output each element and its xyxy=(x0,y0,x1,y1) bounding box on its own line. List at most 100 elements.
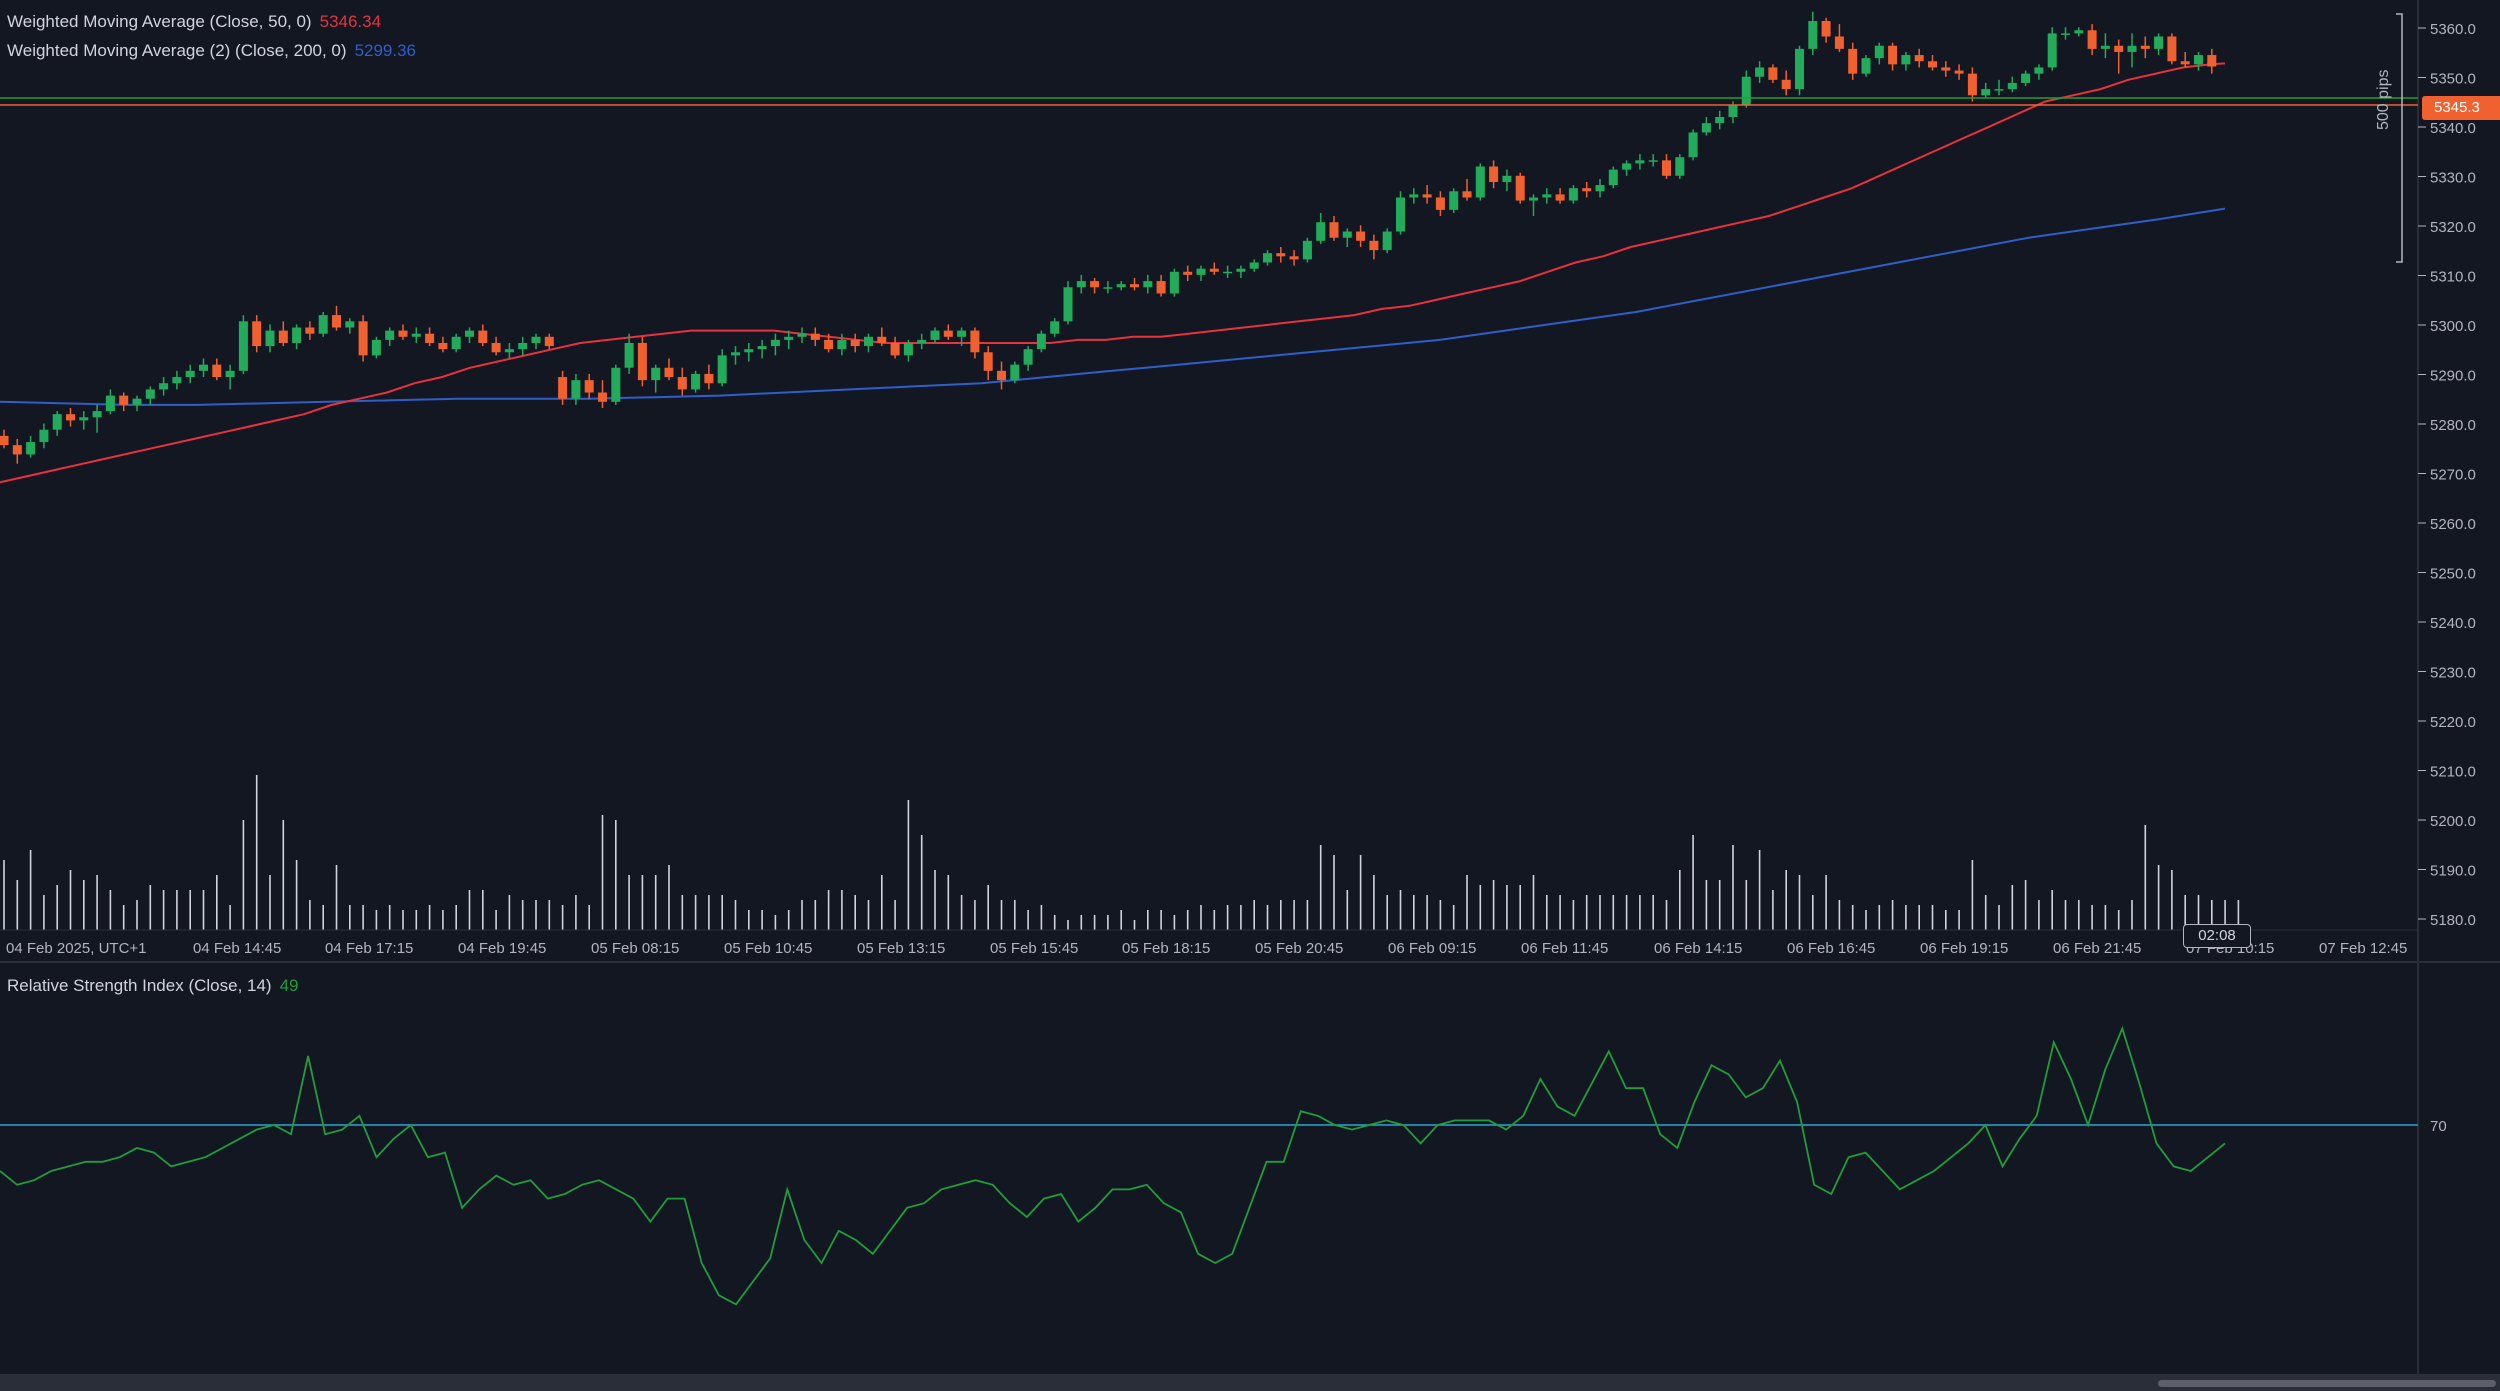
candle xyxy=(465,327,474,343)
legend-wma50-value: 5346.34 xyxy=(319,12,382,31)
candle xyxy=(1635,154,1645,170)
candle xyxy=(1768,64,1778,83)
candle xyxy=(1874,42,1884,65)
candle xyxy=(332,305,341,331)
legend-wma200[interactable]: Weighted Moving Average (2) (Close, 200,… xyxy=(7,41,416,61)
candle xyxy=(997,361,1006,390)
candle xyxy=(172,370,182,390)
candle-body xyxy=(465,330,474,337)
candle-body xyxy=(997,370,1006,381)
candle xyxy=(2180,51,2190,68)
candle-body xyxy=(2034,67,2044,74)
time-tick-label: 06 Feb 09:15 xyxy=(1388,940,1476,957)
horizontal-scrollbar[interactable] xyxy=(0,1374,2500,1391)
candle-body xyxy=(2021,73,2031,83)
candle-body xyxy=(1888,45,1898,65)
scrollbar-thumb[interactable] xyxy=(2158,1380,2496,1387)
candle xyxy=(518,336,528,356)
candle-body xyxy=(1356,231,1366,241)
candle-body xyxy=(1023,349,1033,365)
candle xyxy=(1489,160,1499,189)
candle xyxy=(12,438,22,464)
candle-body xyxy=(571,380,581,399)
candlestick-series[interactable] xyxy=(0,11,2217,464)
candle xyxy=(2061,27,2070,40)
candle xyxy=(1130,277,1139,291)
candle xyxy=(1781,70,1791,96)
candle-body xyxy=(292,327,302,343)
candle-body xyxy=(1635,160,1645,164)
candle xyxy=(1967,67,1977,102)
candle-body xyxy=(970,330,980,353)
candle-body xyxy=(79,417,89,421)
price-tick-label: 5360.0 xyxy=(2430,21,2476,38)
candle xyxy=(677,367,687,396)
candle xyxy=(305,321,315,340)
candle xyxy=(1183,265,1193,282)
time-axis[interactable]: 04 Feb 2025, UTC+1 04 Feb 14:45 04 Feb 17:… xyxy=(0,929,2418,957)
candle xyxy=(1888,42,1898,71)
candle-body xyxy=(2167,36,2177,62)
candle xyxy=(105,389,115,415)
candle-body xyxy=(52,414,62,430)
candle-body xyxy=(398,330,408,337)
candle xyxy=(199,358,208,378)
candle xyxy=(544,333,554,350)
candle-body xyxy=(332,315,341,328)
candle xyxy=(1648,154,1658,167)
candle-body xyxy=(105,395,115,412)
candle-body xyxy=(451,336,461,350)
candle-body xyxy=(757,346,767,350)
legend-wma50[interactable]: Weighted Moving Average (Close, 50, 0) 53… xyxy=(7,12,381,32)
candle-body xyxy=(717,355,727,384)
candle-body xyxy=(2127,45,2137,52)
candle-body xyxy=(624,342,634,368)
candle-body xyxy=(810,333,820,340)
candle xyxy=(2167,33,2177,65)
candle-body xyxy=(943,330,953,337)
legend-rsi[interactable]: Relative Strength Index (Close, 14) 49 xyxy=(7,976,299,996)
candle-body xyxy=(1515,175,1525,201)
candle xyxy=(704,364,714,390)
candle xyxy=(1688,129,1698,161)
candle xyxy=(318,312,328,337)
candle-body xyxy=(1462,191,1472,198)
candle xyxy=(1409,188,1419,204)
chart-canvas[interactable]: 5360.0 5350.0 5340.0 5330.0 5320.0 5310.0 5300… xyxy=(0,0,2500,1391)
time-tick-label: 05 Feb 13:15 xyxy=(857,940,945,957)
candle xyxy=(1050,318,1060,337)
candle-body xyxy=(1781,79,1791,90)
candle-body xyxy=(0,435,9,446)
candle-body xyxy=(691,373,701,390)
candle-body xyxy=(983,352,993,371)
candle-body xyxy=(1582,188,1592,192)
chart-workspace[interactable]: 5360.0 5350.0 5340.0 5330.0 5320.0 5310.0 5300… xyxy=(0,0,2500,1391)
price-tick-label: 5300.0 xyxy=(2430,318,2476,335)
candle xyxy=(1795,45,1804,96)
candle-body xyxy=(1489,166,1499,182)
candle-body xyxy=(385,330,395,340)
time-tick-label: 04 Feb 14:45 xyxy=(193,940,281,957)
candle xyxy=(651,364,661,393)
price-tick-label: 5250.0 xyxy=(2430,566,2476,583)
price-axis[interactable]: 5360.0 5350.0 5340.0 5330.0 5320.0 5310.0 5300… xyxy=(2418,21,2476,929)
candle-body xyxy=(531,336,541,343)
candle xyxy=(119,392,129,412)
candle xyxy=(1449,188,1459,213)
candle-body xyxy=(1954,70,1964,74)
candle-body xyxy=(278,330,288,343)
candle xyxy=(185,364,195,384)
candle xyxy=(504,342,514,359)
candle xyxy=(1675,154,1685,179)
candle-body xyxy=(1183,271,1193,275)
candle xyxy=(358,315,368,362)
candle-body xyxy=(1848,48,1858,74)
candle xyxy=(2154,33,2164,56)
candle xyxy=(903,339,913,362)
candle-body xyxy=(504,349,514,353)
wma50-layer xyxy=(0,62,2226,484)
candle-body xyxy=(784,336,794,340)
time-tick-label: 06 Feb 14:15 xyxy=(1654,940,1742,957)
candle xyxy=(2007,76,2017,93)
candle-body xyxy=(917,339,927,343)
